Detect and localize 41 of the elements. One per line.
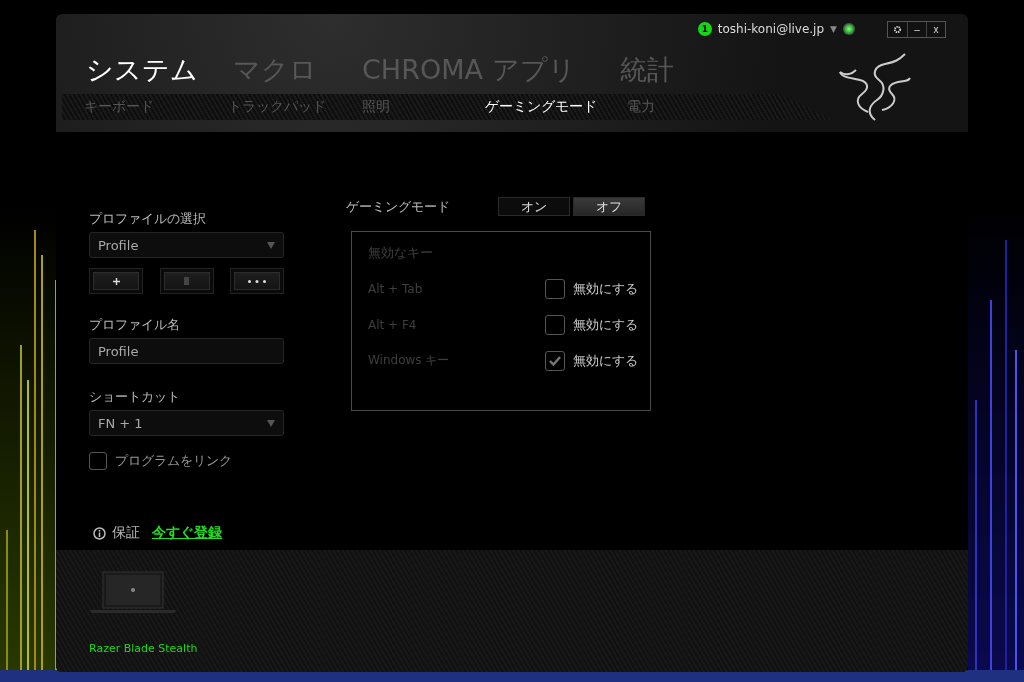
field-label: プロファイル名 <box>89 316 181 334</box>
key-name: Alt + Tab <box>368 281 423 296</box>
info-icon <box>93 526 106 540</box>
snake-logo-icon <box>838 50 912 122</box>
toggle-option[interactable]: オフ <box>573 197 645 216</box>
account-email[interactable]: toshi-koni@live.jp <box>717 22 825 36</box>
gaming-mode-label: ゲーミングモード <box>346 197 451 216</box>
checkbox[interactable] <box>545 350 565 371</box>
status-icon <box>843 23 855 35</box>
checkbox-label: 無効にする <box>573 279 638 298</box>
checkbox-label: 無効にする <box>573 315 638 334</box>
caret-icon[interactable]: ▼ <box>830 24 837 34</box>
checkbox[interactable] <box>545 314 565 335</box>
checkbox[interactable] <box>545 278 565 299</box>
field-label: ショートカット <box>89 388 181 406</box>
more-button[interactable] <box>230 268 284 294</box>
shortcut-dropdown[interactable]: FN + 1 <box>89 410 284 436</box>
checkbox[interactable] <box>89 452 107 470</box>
sub-tab[interactable]: ゲーミングモード <box>485 98 627 116</box>
dropdown-arrow-icon <box>267 241 275 249</box>
checkbox-label: プログラムをリンク <box>115 452 232 470</box>
field-label: プロファイルの選択 <box>89 210 207 228</box>
key-name: Alt + F4 <box>368 317 417 332</box>
warranty-label: 保証 <box>112 524 140 542</box>
checkbox-label: 無効にする <box>573 351 638 370</box>
more-icon <box>248 279 266 283</box>
add-button[interactable] <box>89 268 143 294</box>
key-name: Windows キー <box>368 352 450 369</box>
check-icon <box>549 355 561 366</box>
delete-button[interactable] <box>159 268 214 294</box>
device-name[interactable]: Razer Blade Stealth <box>89 642 968 655</box>
dropdown-arrow-icon <box>267 419 275 427</box>
register-link[interactable]: 今すぐ登録 <box>152 524 222 542</box>
main-tab[interactable]: システム <box>86 52 233 88</box>
plus-icon <box>112 277 120 285</box>
settings-icon <box>893 24 902 34</box>
profile-name-field[interactable]: Profile <box>89 338 284 364</box>
toggle-option[interactable]: オン <box>498 197 570 216</box>
profile-dropdown[interactable]: Profile <box>89 232 284 258</box>
laptop-icon <box>89 570 177 614</box>
notification-badge: 1 <box>697 22 712 36</box>
